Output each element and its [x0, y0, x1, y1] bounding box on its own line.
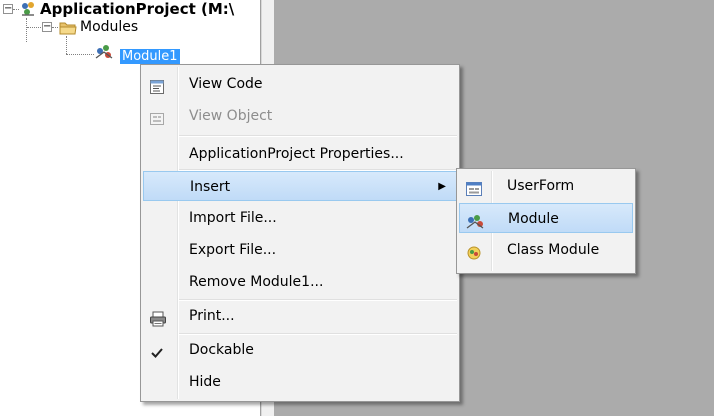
- menu-item-view-object[interactable]: View Object: [143, 101, 457, 131]
- checkmark-icon: [149, 342, 167, 358]
- view-object-label: View Object: [189, 108, 273, 124]
- module-icon: [466, 211, 484, 229]
- tree-node-module1[interactable]: Module1: [120, 48, 180, 64]
- import-file-label: Import File...: [189, 210, 277, 226]
- menu-item-print[interactable]: Print...: [143, 301, 457, 331]
- module-label: Module: [508, 211, 559, 227]
- project-icon: [19, 0, 37, 22]
- class-module-label: Class Module: [507, 242, 600, 258]
- menu-item-dockable[interactable]: Dockable: [143, 335, 457, 365]
- menu-item-hide[interactable]: Hide: [143, 367, 457, 397]
- userform-icon: [465, 178, 483, 196]
- insert-label: Insert: [190, 179, 231, 195]
- collapse-root-toggle[interactable]: −: [3, 4, 13, 14]
- submenu-arrow-icon: ▶: [438, 181, 446, 192]
- folder-icon: [59, 20, 77, 40]
- menu-item-properties[interactable]: ApplicationProject Properties...: [143, 139, 457, 169]
- project-label: ApplicationProject (M:\: [40, 0, 235, 18]
- class-module-icon: [465, 242, 483, 260]
- module1-label: Module1: [120, 49, 180, 64]
- module-icon: [94, 44, 116, 66]
- printer-icon: [149, 308, 167, 327]
- submenu-item-module[interactable]: Module: [459, 203, 633, 233]
- menu-item-view-code[interactable]: View Code: [143, 69, 457, 99]
- hide-label: Hide: [189, 374, 221, 390]
- remove-module-label: Remove Module1...: [189, 274, 324, 290]
- tree-node-modules[interactable]: Modules: [80, 18, 138, 36]
- menu-item-import-file[interactable]: Import File...: [143, 203, 457, 233]
- collapse-modules-toggle[interactable]: −: [42, 22, 52, 32]
- view-code-icon: [149, 76, 167, 94]
- context-menu: View Code View Object ApplicationProject…: [140, 64, 460, 402]
- dockable-label: Dockable: [189, 342, 254, 358]
- submenu-item-userform[interactable]: UserForm: [459, 171, 633, 201]
- menu-item-remove-module[interactable]: Remove Module1...: [143, 267, 457, 297]
- properties-label: ApplicationProject Properties...: [189, 146, 404, 162]
- menu-item-export-file[interactable]: Export File...: [143, 235, 457, 265]
- menu-item-insert[interactable]: Insert ▶: [143, 171, 457, 201]
- submenu-item-class-module[interactable]: Class Module: [459, 235, 633, 265]
- modules-label: Modules: [80, 19, 139, 35]
- tree-node-project[interactable]: ApplicationProject (M:\: [40, 0, 234, 18]
- export-file-label: Export File...: [189, 242, 277, 258]
- print-label: Print...: [189, 308, 235, 324]
- view-object-icon: [149, 108, 167, 125]
- insert-submenu: UserForm Module Class Module: [456, 168, 636, 274]
- userform-label: UserForm: [507, 178, 575, 194]
- view-code-label: View Code: [189, 76, 263, 92]
- menu-separator: [179, 135, 457, 137]
